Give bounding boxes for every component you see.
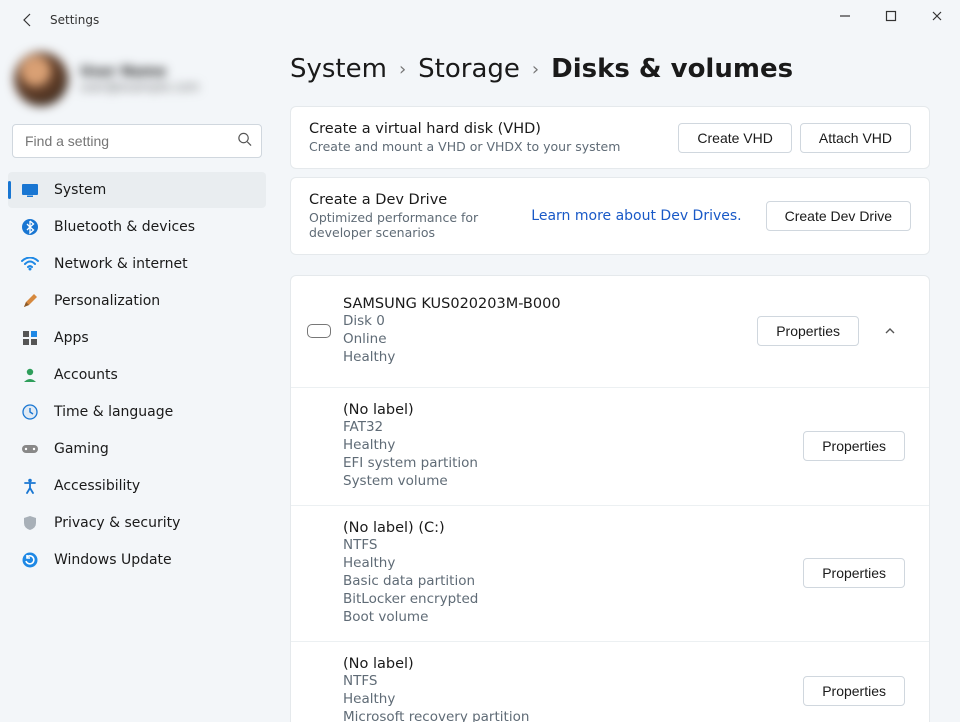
sidebar-item-accessibility[interactable]: Accessibility — [8, 468, 266, 504]
partition-row[interactable]: (No label)NTFSHealthyMicrosoft recovery … — [291, 641, 929, 722]
partition-line: Boot volume — [343, 608, 795, 626]
chevron-right-icon: › — [399, 59, 406, 80]
sidebar-item-time[interactable]: Time & language — [8, 394, 266, 430]
sidebar-item-privacy[interactable]: Privacy & security — [8, 505, 266, 541]
attach-vhd-button[interactable]: Attach VHD — [800, 123, 911, 153]
search-field[interactable] — [12, 124, 262, 158]
sidebar-item-label: Accounts — [54, 367, 118, 383]
sidebar: User Name user@example.com System Blueto… — [0, 40, 274, 722]
partition-row[interactable]: (No label)FAT32HealthyEFI system partiti… — [291, 387, 929, 505]
partition-line: NTFS — [343, 536, 795, 554]
apps-icon — [20, 330, 40, 346]
disk-icon — [307, 324, 331, 338]
gaming-icon — [20, 443, 40, 455]
vhd-card: Create a virtual hard disk (VHD) Create … — [290, 106, 930, 169]
person-icon — [20, 367, 40, 383]
minimize-button[interactable] — [822, 0, 868, 32]
partition-title: (No label) — [343, 402, 795, 418]
chevron-up-icon[interactable] — [875, 316, 905, 346]
sidebar-item-update[interactable]: Windows Update — [8, 542, 266, 578]
main-content: System › Storage › Disks & volumes Creat… — [274, 40, 960, 722]
sidebar-item-label: Bluetooth & devices — [54, 219, 195, 235]
back-button[interactable] — [8, 0, 48, 40]
system-icon — [20, 183, 40, 197]
dev-title: Create a Dev Drive — [309, 192, 531, 208]
accessibility-icon — [20, 478, 40, 494]
close-button[interactable] — [914, 0, 960, 32]
partition-line: EFI system partition — [343, 454, 795, 472]
disk-row[interactable]: SAMSUNG KUS020203M-B000 Disk 0 Online He… — [291, 276, 929, 387]
properties-button[interactable]: Properties — [803, 676, 905, 706]
sidebar-item-label: Network & internet — [54, 256, 188, 272]
partition-title: (No label) — [343, 656, 795, 672]
partition-title: (No label) (C:) — [343, 520, 795, 536]
user-name: User Name — [80, 64, 199, 80]
properties-button[interactable]: Properties — [757, 316, 859, 346]
breadcrumb-system[interactable]: System — [290, 54, 387, 84]
partition-line: Healthy — [343, 690, 795, 708]
sidebar-item-label: Privacy & security — [54, 515, 180, 531]
app-title: Settings — [50, 13, 99, 27]
sidebar-item-label: Personalization — [54, 293, 160, 309]
nav: System Bluetooth & devices Network & int… — [8, 172, 266, 578]
partition-line: Healthy — [343, 554, 795, 572]
sidebar-item-network[interactable]: Network & internet — [8, 246, 266, 282]
disk-line: Online — [343, 330, 749, 348]
dev-drive-learn-link[interactable]: Learn more about Dev Drives. — [531, 208, 741, 224]
disk-line: Disk 0 — [343, 312, 749, 330]
bluetooth-icon — [20, 218, 40, 236]
disk-name: SAMSUNG KUS020203M-B000 — [343, 296, 749, 312]
dev-sub: Optimized performance for developer scen… — [309, 210, 531, 240]
sidebar-item-label: Apps — [54, 330, 89, 346]
sidebar-item-label: Time & language — [54, 404, 173, 420]
chevron-right-icon: › — [532, 59, 539, 80]
sidebar-item-accounts[interactable]: Accounts — [8, 357, 266, 393]
search-input[interactable] — [12, 124, 262, 158]
sidebar-item-label: Gaming — [54, 441, 109, 457]
titlebar: Settings — [0, 0, 960, 40]
partition-line: Basic data partition — [343, 572, 795, 590]
page-title: Disks & volumes — [551, 54, 793, 84]
sidebar-item-label: System — [54, 182, 106, 198]
clock-icon — [20, 404, 40, 420]
partition-line: Microsoft recovery partition — [343, 708, 795, 722]
breadcrumb-storage[interactable]: Storage — [418, 54, 520, 84]
properties-button[interactable]: Properties — [803, 558, 905, 588]
properties-button[interactable]: Properties — [803, 431, 905, 461]
caption-buttons — [822, 0, 960, 32]
partition-line: FAT32 — [343, 418, 795, 436]
user-email: user@example.com — [80, 80, 199, 94]
sidebar-item-system[interactable]: System — [8, 172, 266, 208]
wifi-icon — [20, 257, 40, 271]
vhd-title: Create a virtual hard disk (VHD) — [309, 121, 670, 137]
shield-icon — [20, 515, 40, 531]
partition-line: NTFS — [343, 672, 795, 690]
sidebar-item-gaming[interactable]: Gaming — [8, 431, 266, 467]
partition-row[interactable]: (No label) (C:)NTFSHealthyBasic data par… — [291, 505, 929, 641]
maximize-button[interactable] — [868, 0, 914, 32]
sidebar-item-apps[interactable]: Apps — [8, 320, 266, 356]
avatar — [14, 52, 68, 106]
disk-panel: SAMSUNG KUS020203M-B000 Disk 0 Online He… — [290, 275, 930, 722]
sidebar-item-label: Accessibility — [54, 478, 140, 494]
partition-line: Healthy — [343, 436, 795, 454]
sidebar-item-label: Windows Update — [54, 552, 172, 568]
create-dev-drive-button[interactable]: Create Dev Drive — [766, 201, 911, 231]
partition-line: BitLocker encrypted — [343, 590, 795, 608]
vhd-sub: Create and mount a VHD or VHDX to your s… — [309, 139, 670, 154]
dev-drive-card: Create a Dev Drive Optimized performance… — [290, 177, 930, 255]
disk-line: Healthy — [343, 348, 749, 366]
user-block[interactable]: User Name user@example.com — [8, 46, 266, 122]
breadcrumb: System › Storage › Disks & volumes — [290, 54, 930, 84]
brush-icon — [20, 292, 40, 310]
sidebar-item-bluetooth[interactable]: Bluetooth & devices — [8, 209, 266, 245]
sidebar-item-personalization[interactable]: Personalization — [8, 283, 266, 319]
update-icon — [20, 552, 40, 568]
partition-line: System volume — [343, 472, 795, 490]
create-vhd-button[interactable]: Create VHD — [678, 123, 791, 153]
